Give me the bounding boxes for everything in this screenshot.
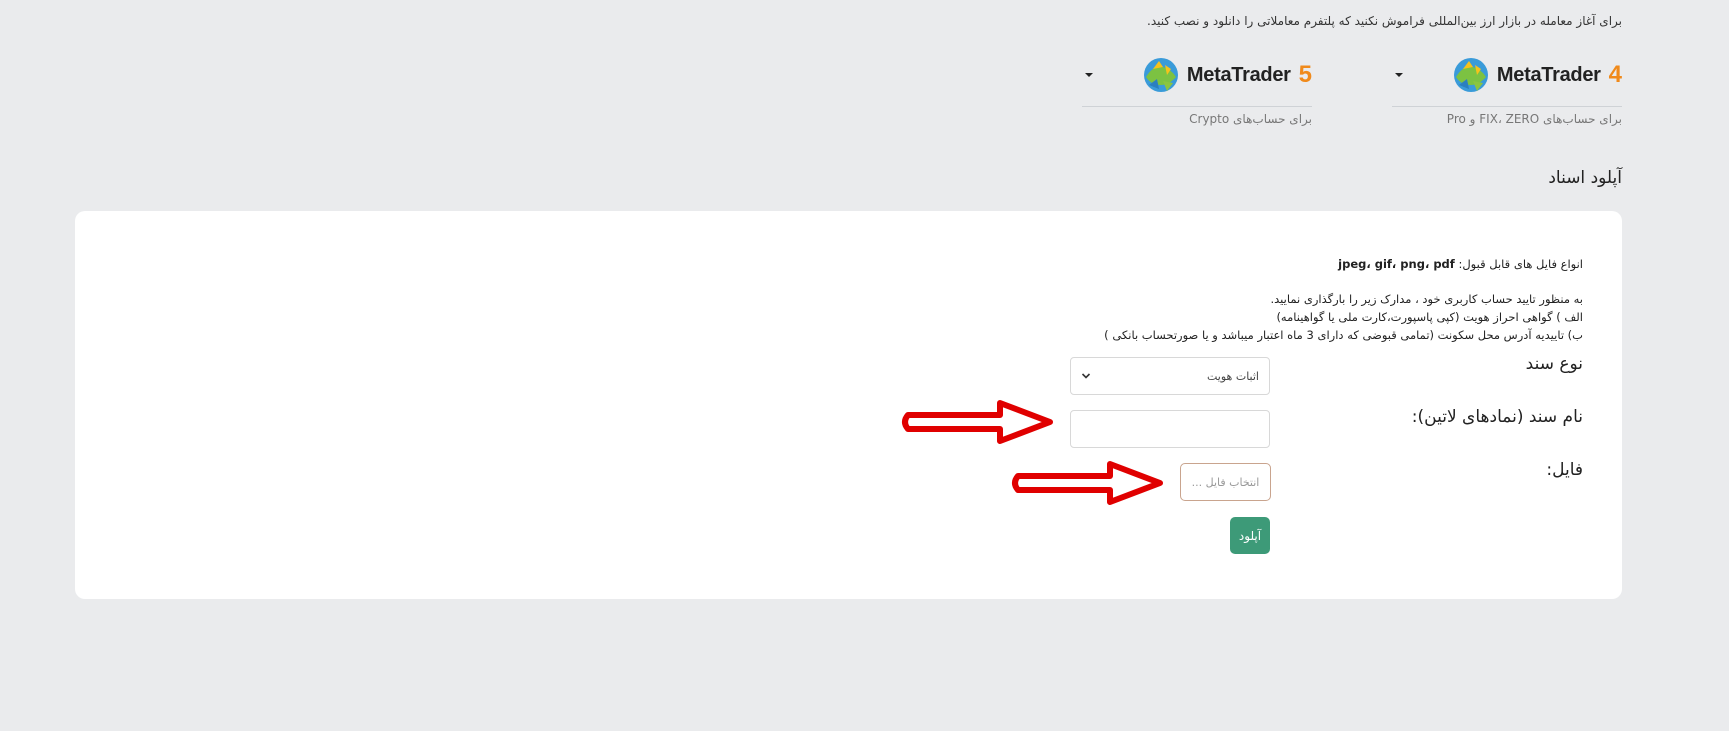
mt5-brand-name: MetaTrader: [1186, 63, 1291, 86]
doc-type-select[interactable]: اثبات هویت: [1070, 357, 1270, 395]
mt5-version: 5: [1298, 61, 1312, 88]
mt5-chevron-down-icon[interactable]: [1082, 68, 1096, 82]
choose-file-label: انتخاب فایل ...: [1191, 475, 1260, 489]
doc-type-value: اثبات هویت: [1207, 369, 1259, 383]
mt5-subtitle: برای حساب‌های Crypto: [1189, 112, 1312, 126]
accepted-types-label: انواع فایل های قابل قبول:: [1458, 257, 1583, 271]
download-platform-note: برای آغاز معامله در بازار ارز بین‌المللی…: [1147, 14, 1622, 28]
platform-mt5: MetaTrader 5 برای حساب‌های Crypto: [1082, 56, 1312, 126]
instructions-line-3: ب) تاییدیه آدرس محل سکونت (تمامی قبوضی ک…: [1104, 328, 1583, 342]
accepted-file-types: انواع فایل های قابل قبول: jpeg، gif، png…: [1338, 257, 1583, 271]
mt4-logo[interactable]: MetaTrader 4: [1451, 56, 1622, 94]
file-label: فایل:: [1546, 460, 1583, 480]
mt4-brand-name: MetaTrader: [1496, 63, 1601, 86]
metatrader-logo-icon: [1143, 58, 1178, 92]
mt4-divider: [1392, 106, 1622, 107]
instructions-line-2: الف ) گواهی احراز هویت (کپی پاسپورت،کارت…: [1276, 310, 1583, 324]
platform-mt4: MetaTrader 4 برای حساب‌های FIX، ZERO و P…: [1392, 56, 1622, 126]
doc-type-label: نوع سند: [1525, 354, 1583, 374]
choose-file-button[interactable]: انتخاب فایل ...: [1180, 463, 1271, 501]
metatrader-logo-icon: [1453, 58, 1488, 92]
mt4-version: 4: [1608, 61, 1622, 88]
page-title: آپلود اسناد: [1548, 168, 1622, 188]
chevron-down-icon: [1081, 373, 1091, 379]
mt5-divider: [1082, 106, 1312, 107]
mt4-subtitle: برای حساب‌های FIX، ZERO و Pro: [1446, 112, 1622, 126]
doc-name-label: نام سند (نمادهای لاتین):: [1411, 407, 1583, 427]
mt4-chevron-down-icon[interactable]: [1392, 68, 1406, 82]
upload-button[interactable]: آپلود: [1230, 517, 1270, 554]
annotation-arrow-icon: [1012, 461, 1163, 505]
annotation-arrow-icon: [902, 400, 1053, 444]
accepted-types-value: jpeg، gif، png، pdf: [1338, 257, 1455, 271]
doc-name-input[interactable]: [1070, 410, 1270, 448]
mt5-logo[interactable]: MetaTrader 5: [1141, 56, 1312, 94]
instructions-line-1: به منظور تایید حساب کاربری خود ، مدارک ز…: [1270, 292, 1583, 306]
